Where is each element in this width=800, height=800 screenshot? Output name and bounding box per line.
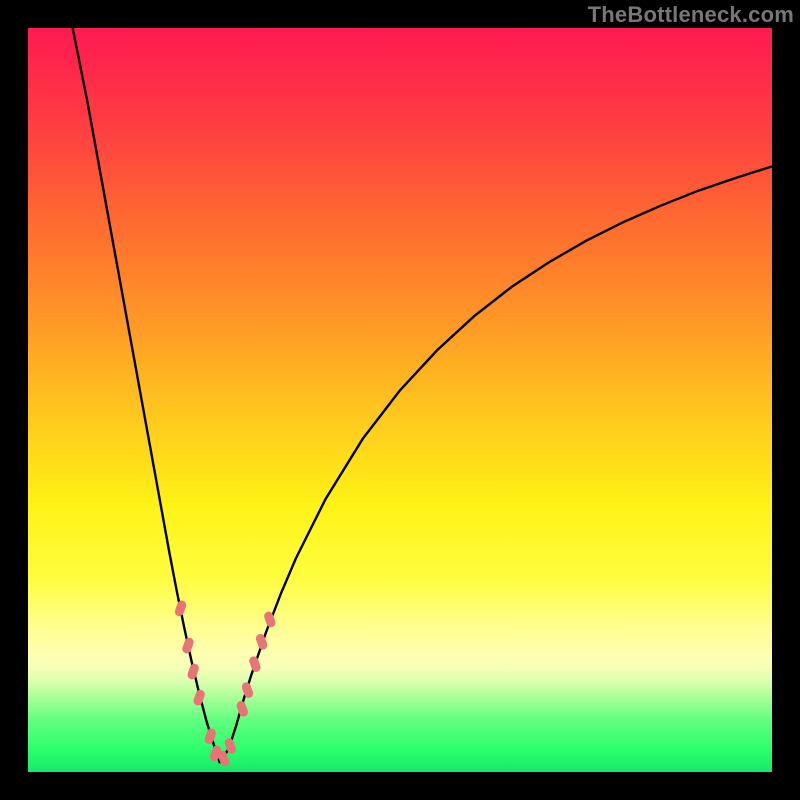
curve-marker	[192, 689, 206, 707]
curve-left	[73, 28, 220, 763]
chart-frame: TheBottleneck.com	[0, 0, 800, 800]
curve-marker	[203, 727, 217, 745]
curve-marker	[255, 633, 269, 651]
marker-group	[174, 599, 277, 767]
curve-marker	[181, 636, 195, 654]
plot-area	[28, 28, 772, 772]
watermark-text: TheBottleneck.com	[588, 2, 794, 28]
curve-marker	[248, 655, 262, 673]
curve-layer	[28, 28, 772, 772]
curve-marker	[186, 663, 200, 681]
curve-marker	[235, 700, 249, 718]
curve-marker	[174, 599, 188, 617]
curve-marker	[263, 610, 277, 628]
curve-marker	[241, 681, 255, 699]
curve-right	[220, 166, 772, 763]
